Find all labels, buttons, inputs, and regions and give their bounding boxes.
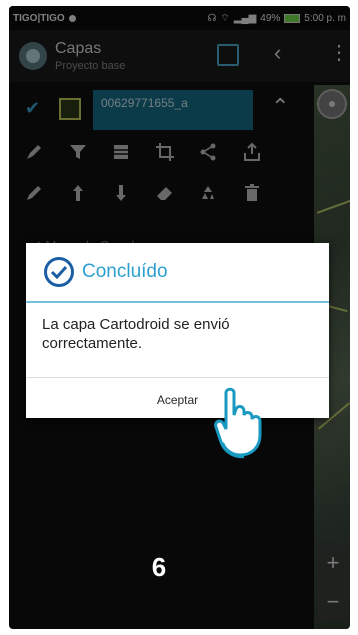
check-circle-icon — [44, 257, 74, 287]
dialog-message: La capa Cartodroid se envió correctament… — [42, 316, 230, 352]
dialog-title: Concluído — [82, 261, 168, 282]
step-number: 6 — [151, 552, 167, 582]
pointing-hand-icon — [214, 387, 262, 459]
dialog-header: Concluído — [26, 243, 329, 303]
success-dialog: Concluído La capa Cartodroid se envió co… — [26, 243, 329, 418]
accept-button[interactable]: Aceptar — [26, 378, 329, 422]
